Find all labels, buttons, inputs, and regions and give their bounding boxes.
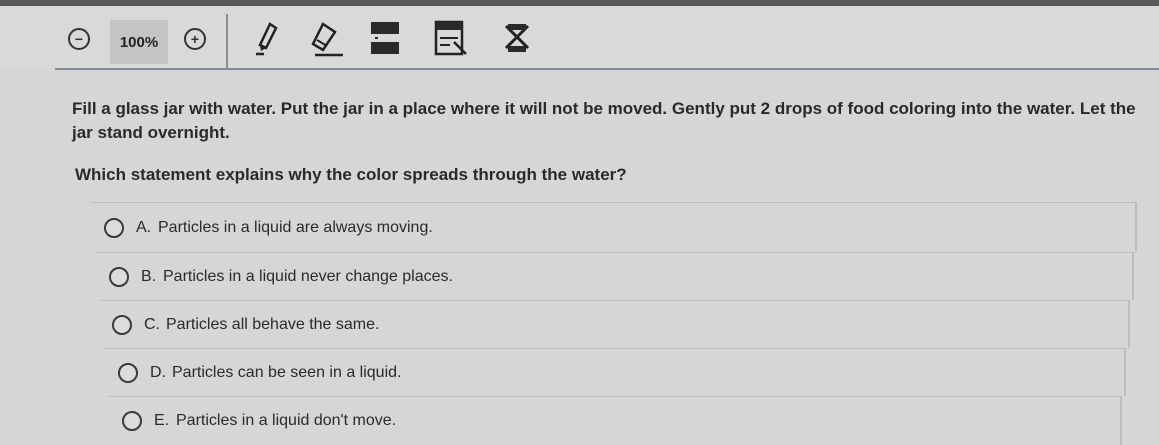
option-text: Particles in a liquid are always moving. [158,218,433,236]
option-b[interactable]: B. Particles in a liquid never change pl… [96,252,1134,300]
radio-button[interactable] [122,411,142,431]
answer-options: A. Particles in a liquid are always movi… [0,0,1159,445]
radio-button[interactable] [112,314,132,335]
option-letter: A. [136,218,152,236]
options-frame-edge [1132,252,1134,300]
option-text: Particles in a liquid don't move. [176,412,397,429]
option-e[interactable]: E. Particles in a liquid don't move. [108,396,1122,445]
option-text: Particles in a liquid never change place… [163,267,453,285]
options-frame-edge [1128,300,1130,348]
option-letter: D. [150,363,166,381]
option-c[interactable]: C. Particles all behave the same. [100,300,1130,348]
radio-button[interactable] [104,217,124,238]
option-letter: C. [144,315,160,333]
radio-button[interactable] [118,362,138,383]
option-text: Particles can be seen in a liquid. [172,363,402,381]
option-text: Particles all behave the same. [166,315,380,333]
options-frame-edge [1124,348,1126,396]
option-letter: B. [141,267,157,285]
options-frame-edge [1135,202,1137,252]
radio-button[interactable] [109,266,129,287]
option-a[interactable]: A. Particles in a liquid are always movi… [90,202,1136,252]
option-d[interactable]: D. Particles can be seen in a liquid. [104,348,1126,396]
options-frame-edge [1120,396,1122,445]
option-letter: E. [154,412,170,429]
